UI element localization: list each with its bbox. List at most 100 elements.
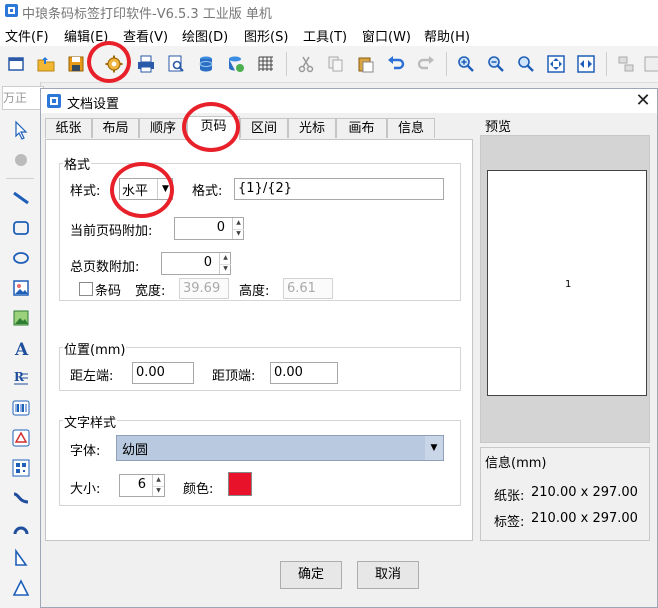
size-label: 大小: [70, 482, 101, 497]
tab-cursor[interactable]: 光标 [288, 118, 336, 138]
print-preview-icon[interactable] [166, 54, 186, 74]
zoom-out-icon[interactable] [486, 54, 506, 74]
color-label: 颜色: [183, 482, 214, 497]
current-page-spin-buttons[interactable]: ▲ ▼ [232, 218, 244, 239]
info-title: 信息(mm) [485, 456, 547, 471]
select-pointer-icon[interactable] [11, 120, 31, 140]
menu-shape[interactable]: 图形(S) [244, 26, 288, 45]
preview-page: 1 [487, 170, 647, 396]
preview-pane: 1 [480, 135, 650, 443]
menu-help[interactable]: 帮助(H) [424, 26, 470, 45]
font-label: 字体: [70, 444, 101, 459]
menu-file[interactable]: 文件(F) [5, 26, 49, 45]
left-tools-panel: A R [0, 82, 41, 608]
tab-layout[interactable]: 布局 [92, 118, 139, 138]
main-toolbar [0, 41, 658, 83]
paste-icon[interactable] [356, 54, 376, 74]
database-settings-icon[interactable] [226, 54, 246, 74]
menu-edit[interactable]: 编辑(E) [64, 26, 108, 45]
grid-icon[interactable] [256, 54, 276, 74]
ellipse-tool-icon[interactable] [11, 248, 31, 268]
current-page-label: 当前页码附加: [70, 224, 153, 239]
triangle-tool-icon[interactable] [11, 578, 31, 598]
redo-icon[interactable] [416, 54, 436, 74]
format-input[interactable]: {1}/{2} [234, 178, 444, 200]
save-icon[interactable] [66, 54, 86, 74]
tab-canvas[interactable]: 画布 [336, 118, 387, 138]
tab-order[interactable]: 顺序 [139, 118, 187, 138]
fit-page-icon[interactable] [546, 54, 566, 74]
chevron-down-icon[interactable]: ▼ [157, 179, 173, 199]
menu-draw[interactable]: 绘图(D) [182, 26, 228, 45]
line-tool-icon[interactable] [11, 188, 31, 208]
zoom-in-icon[interactable] [456, 54, 476, 74]
group-icon[interactable] [642, 54, 658, 74]
top-offset-input[interactable]: 0.00 [270, 362, 338, 384]
height-label: 高度: [239, 284, 270, 299]
tab-range[interactable]: 区间 [240, 118, 288, 138]
svg-text:R: R [14, 370, 25, 384]
menu-view[interactable]: 查看(V) [123, 26, 168, 45]
fit-width-icon[interactable] [576, 54, 596, 74]
rounded-rect-tool-icon[interactable] [11, 218, 31, 238]
tab-paper[interactable]: 纸张 [45, 118, 92, 138]
format-label: 格式: [192, 184, 223, 199]
print-icon[interactable] [136, 54, 156, 74]
rich-text-tool-icon[interactable]: R [11, 368, 31, 388]
toolbar-separator [606, 52, 607, 76]
total-pages-label: 总页数附加: [70, 260, 140, 275]
ok-button[interactable]: 确定 [280, 561, 342, 589]
style-label: 样式: [70, 184, 101, 199]
document-settings-gear-icon[interactable] [104, 54, 124, 74]
left-offset-input[interactable]: 0.00 [132, 362, 194, 384]
info-pane: 信息(mm) 纸张: 210.00 x 297.00 标签: 210.00 x … [480, 447, 650, 541]
dialog-logo-icon [47, 94, 61, 108]
curve-tool-icon[interactable] [11, 488, 31, 508]
database-icon[interactable] [196, 54, 216, 74]
style-select-value: 水平 [122, 184, 149, 199]
cancel-button[interactable]: 取消 [357, 561, 419, 589]
barcode-checkbox[interactable] [79, 282, 93, 296]
color-swatch[interactable] [228, 472, 252, 496]
picture-tool-icon[interactable] [11, 308, 31, 328]
font-size-spin-buttons[interactable]: ▲ ▼ [152, 475, 164, 496]
copy-icon[interactable] [326, 54, 346, 74]
open-folder-icon[interactable] [36, 54, 56, 74]
cut-icon[interactable] [296, 54, 316, 74]
polygon-tool-icon[interactable] [11, 548, 31, 568]
triangle-shape-tool-icon[interactable] [11, 428, 31, 448]
text-tool-icon[interactable]: A [11, 338, 31, 358]
width-label: 宽度: [135, 284, 166, 299]
new-document-icon[interactable] [6, 54, 26, 74]
tab-page-number[interactable]: 页码 [187, 116, 240, 140]
window-title: 中琅条码标签打印软件-V6.5.3 工业版 单机 [22, 7, 272, 22]
format-group-title: 格式 [63, 154, 92, 173]
tab-info[interactable]: 信息 [387, 118, 435, 138]
tools-separator [6, 178, 34, 179]
position-group-title: 位置(mm) [63, 339, 127, 358]
dialog-title-bar: 文档设置 ✕ [41, 89, 657, 113]
undo-icon[interactable] [386, 54, 406, 74]
label-size-value: 210.00 x 297.00 [531, 511, 638, 526]
style-select[interactable]: 水平 ▼ [119, 178, 173, 200]
svg-text:A: A [14, 340, 29, 358]
background-font-input[interactable]: 万正 [2, 86, 44, 110]
barcode-tool-icon[interactable] [11, 398, 31, 418]
label-size-label: 标签: [494, 515, 525, 530]
toolbar-separator [446, 52, 447, 76]
font-select[interactable]: 幼圆 ▼ [116, 435, 444, 461]
qrcode-tool-icon[interactable] [11, 458, 31, 478]
title-bar: 中琅条码标签打印软件-V6.5.3 工业版 单机 [0, 0, 658, 22]
zoom-actual-icon[interactable] [516, 54, 536, 74]
total-pages-spin-buttons[interactable]: ▲ ▼ [219, 253, 231, 274]
close-icon[interactable]: ✕ [633, 91, 653, 111]
menu-window[interactable]: 窗口(W) [362, 26, 411, 45]
arc-tool-icon[interactable] [11, 518, 31, 538]
chevron-down-icon[interactable]: ▼ [425, 436, 443, 460]
align-icon[interactable] [616, 54, 636, 74]
paper-size-value: 210.00 x 297.00 [531, 485, 638, 500]
rotate-icon[interactable] [11, 150, 31, 170]
image-tool-icon[interactable] [11, 278, 31, 298]
barcode-height-input: 6.61 [283, 278, 333, 299]
menu-tools[interactable]: 工具(T) [303, 26, 347, 45]
